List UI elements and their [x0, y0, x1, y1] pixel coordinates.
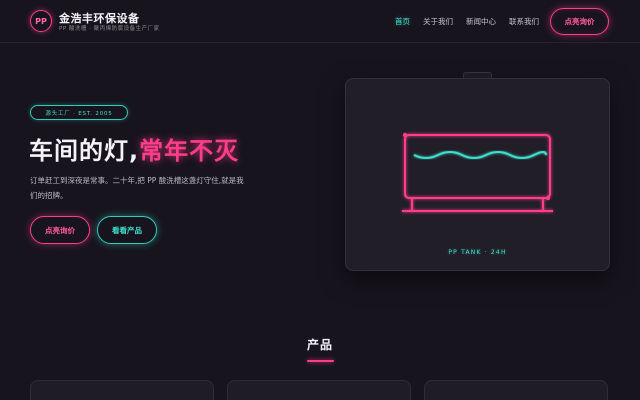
hero-title-plain: 车间的灯,	[29, 137, 140, 165]
site-header: PP 金浩丰环保设备 PP 酸洗槽 · 聚丙烯防腐设备生产厂家 首页 关于我们 …	[0, 0, 640, 43]
tank-caption: PP TANK · 24H	[448, 249, 507, 256]
tank-body	[404, 134, 551, 199]
header-inquiry-button[interactable]: 点亮询价	[550, 8, 609, 35]
brand-tagline: PP 酸洗槽 · 聚丙烯防腐设备生产厂家	[59, 26, 160, 32]
products-section-title: 产品	[306, 338, 333, 352]
hero-description: 订单赶工到深夜是常事。二十年,把 PP 酸洗槽这盏灯守住,就是我们的招牌。	[30, 176, 244, 200]
nav-item-news[interactable]: 新闻中心	[466, 16, 496, 27]
nav-item-contact[interactable]: 联系我们	[509, 16, 539, 27]
product-card[interactable]	[227, 380, 411, 400]
nav-item-about[interactable]: 关于我们	[423, 16, 453, 27]
neon-tank-icon	[402, 132, 553, 212]
logo-badge[interactable]: PP	[30, 10, 52, 32]
product-card[interactable]	[424, 380, 608, 400]
hero-title-highlight: 常年不灭	[139, 137, 240, 165]
liquid-wave	[413, 151, 547, 159]
hero-title: 车间的灯,常年不灭	[29, 131, 239, 166]
tank-corner-dot	[545, 195, 551, 201]
tank-corner-dot	[402, 132, 408, 138]
nav-item-home[interactable]: 首页	[395, 16, 410, 27]
section-title-underline	[307, 360, 334, 362]
hero-products-button[interactable]: 看看产品	[97, 216, 157, 244]
hero-inquiry-button[interactable]: 点亮询价	[30, 216, 90, 244]
hero-badge: 源头工厂 · EST. 2005	[30, 105, 128, 120]
product-card[interactable]	[30, 380, 214, 400]
